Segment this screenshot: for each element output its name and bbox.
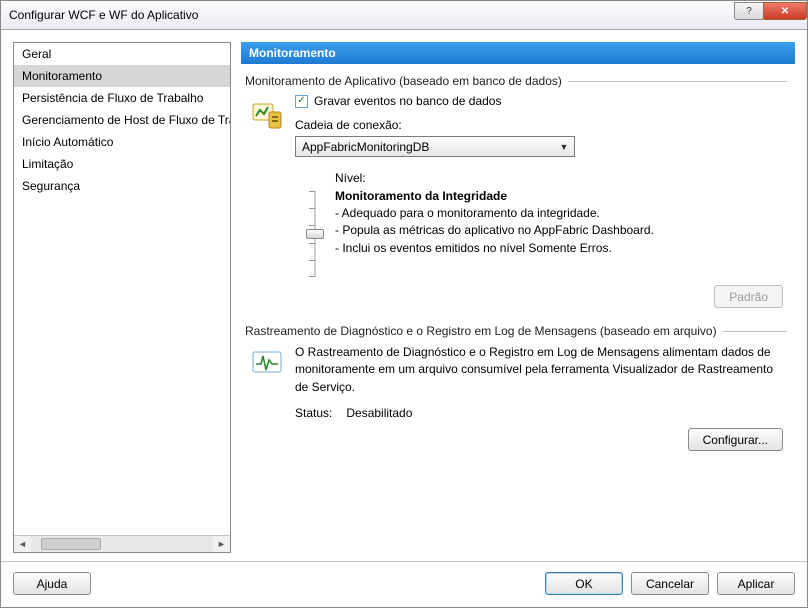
window-buttons: ? ✕ [735, 1, 807, 29]
sidebar-item-label: Persistência de Fluxo de Trabalho [22, 91, 203, 105]
sidebar-item-inicio-automatico[interactable]: Início Automático [14, 131, 230, 153]
close-icon[interactable]: ✕ [763, 2, 807, 20]
ok-button[interactable]: OK [545, 572, 623, 595]
sidebar-item-label: Início Automático [22, 135, 113, 149]
divider [723, 331, 787, 332]
scroll-left-icon[interactable]: ◄ [14, 539, 31, 549]
group-content: Gravar eventos no banco de dados Cadeia … [295, 94, 787, 308]
chevron-down-icon: ▼ [556, 142, 572, 152]
sidebar-item-label: Limitação [22, 157, 73, 171]
status-label: Status: [295, 406, 332, 420]
scroll-track[interactable] [31, 536, 213, 552]
sidebar-item-persistencia[interactable]: Persistência de Fluxo de Trabalho [14, 87, 230, 109]
window-title: Configurar WCF e WF do Aplicativo [9, 8, 735, 22]
sidebar-item-label: Gerenciamento de Host de Fluxo de Trabal… [22, 113, 230, 127]
titlebar: Configurar WCF e WF do Aplicativo ? ✕ [1, 1, 807, 30]
sidebar-hscroll[interactable]: ◄ ► [14, 535, 230, 552]
sidebar-item-label: Monitoramento [22, 69, 102, 83]
combo-value: AppFabricMonitoringDB [302, 140, 556, 154]
sidebar-item-geral[interactable]: Geral [14, 43, 230, 65]
level-text: Nível: Monitoramento da Integridade - Ad… [335, 171, 787, 277]
group-content: O Rastreamento de Diagnóstico e o Regist… [295, 344, 787, 451]
content-area: Monitoramento Monitoramento de Aplicativ… [241, 42, 795, 553]
help-icon[interactable]: ? [734, 2, 764, 20]
diagnostic-icon [245, 344, 295, 451]
scroll-right-icon[interactable]: ► [213, 539, 230, 549]
group-body: O Rastreamento de Diagnóstico e o Regist… [245, 344, 787, 451]
sidebar-list: Geral Monitoramento Persistência de Flux… [14, 43, 230, 535]
group-title: Monitoramento de Aplicativo (baseado em … [245, 74, 562, 88]
sidebar: Geral Monitoramento Persistência de Flux… [13, 42, 231, 553]
status-row: Status: Desabilitado [295, 406, 787, 420]
bullet: - Adequado para o monitoramento da integ… [335, 205, 787, 222]
conn-label: Cadeia de conexão: [295, 118, 787, 132]
footer: Ajuda OK Cancelar Aplicar [1, 561, 807, 607]
slider-knob[interactable] [306, 229, 324, 239]
level-block: Nível: Monitoramento da Integridade - Ad… [295, 171, 787, 277]
cancel-button[interactable]: Cancelar [631, 572, 709, 595]
checkbox-row: Gravar eventos no banco de dados [295, 94, 787, 108]
connection-combo[interactable]: AppFabricMonitoringDB ▼ [295, 136, 575, 157]
level-title: Monitoramento da Integridade [335, 189, 787, 203]
default-button: Padrão [714, 285, 783, 308]
group-title: Rastreamento de Diagnóstico e o Registro… [245, 324, 717, 338]
divider [568, 81, 787, 82]
sidebar-item-monitoramento[interactable]: Monitoramento [14, 65, 230, 87]
sidebar-item-gerenciamento-host[interactable]: Gerenciamento de Host de Fluxo de Trabal… [14, 109, 230, 131]
default-btn-row: Padrão [295, 285, 787, 308]
checkbox-record-events[interactable] [295, 95, 308, 108]
level-bullets: - Adequado para o monitoramento da integ… [335, 205, 787, 257]
group-body: Gravar eventos no banco de dados Cadeia … [245, 94, 787, 308]
sidebar-item-seguranca[interactable]: Segurança [14, 175, 230, 197]
page-title: Monitoramento [241, 42, 795, 64]
group-app-monitoring: Monitoramento de Aplicativo (baseado em … [245, 74, 787, 308]
diagnostic-desc: O Rastreamento de Diagnóstico e o Regist… [295, 344, 787, 396]
help-button[interactable]: Ajuda [13, 572, 91, 595]
level-slider[interactable] [306, 191, 324, 277]
dialog-window: Configurar WCF e WF do Aplicativo ? ✕ Ge… [0, 0, 808, 608]
panel: Monitoramento de Aplicativo (baseado em … [241, 64, 795, 553]
configure-btn-row: Configurar... [295, 428, 787, 451]
slider-column [295, 171, 335, 277]
main-area: Geral Monitoramento Persistência de Flux… [1, 30, 807, 561]
apply-button[interactable]: Aplicar [717, 572, 795, 595]
level-label: Nível: [335, 171, 787, 185]
checkbox-label: Gravar eventos no banco de dados [314, 94, 501, 108]
configure-button[interactable]: Configurar... [688, 428, 783, 451]
dialog-body: Geral Monitoramento Persistência de Flux… [1, 30, 807, 607]
bullet: - Popula as métricas do aplicativo no Ap… [335, 222, 787, 239]
status-value: Desabilitado [346, 406, 412, 420]
group-diagnostic: Rastreamento de Diagnóstico e o Registro… [245, 324, 787, 451]
sidebar-item-label: Segurança [22, 179, 80, 193]
sidebar-item-label: Geral [22, 47, 51, 61]
sidebar-item-limitacao[interactable]: Limitação [14, 153, 230, 175]
group-title-row: Monitoramento de Aplicativo (baseado em … [245, 74, 787, 88]
scroll-thumb[interactable] [41, 538, 101, 550]
group-title-row: Rastreamento de Diagnóstico e o Registro… [245, 324, 787, 338]
bullet: - Inclui os eventos emitidos no nível So… [335, 240, 787, 257]
monitoring-icon [245, 94, 295, 308]
